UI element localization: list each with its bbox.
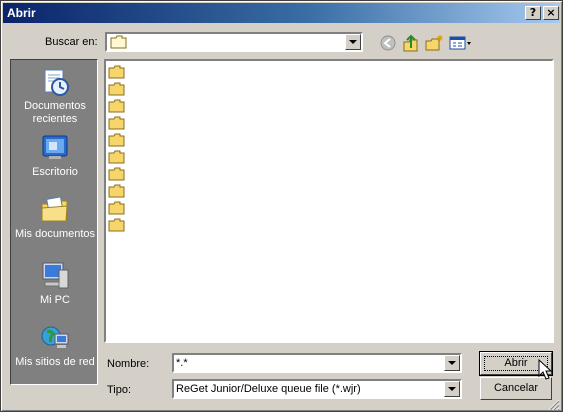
place-label: Mis documentos: [14, 228, 96, 240]
folder-icon[interactable]: [108, 183, 126, 199]
place-label: Mi PC: [40, 294, 70, 306]
filetype-dropdown-button[interactable]: [444, 381, 460, 397]
open-dialog: Abrir ? × Buscar en: Documentos reciente…: [0, 0, 563, 412]
view-menu-icon[interactable]: [449, 34, 473, 52]
help-button[interactable]: ?: [525, 6, 541, 20]
resize-grip-icon[interactable]: [546, 397, 560, 411]
up-folder-icon[interactable]: [401, 34, 421, 52]
folder-icon: [110, 35, 127, 49]
cancel-button-label: Cancelar: [493, 382, 539, 394]
back-icon[interactable]: [379, 34, 399, 52]
filename-dropdown-button[interactable]: [444, 355, 460, 371]
close-button[interactable]: ×: [543, 6, 559, 20]
title-bar[interactable]: Abrir ? ×: [3, 3, 560, 23]
folder-icon[interactable]: [108, 98, 126, 114]
mouse-cursor-icon: [538, 359, 553, 380]
new-folder-icon[interactable]: [424, 34, 444, 52]
filetype-combo[interactable]: ReGet Junior/Deluxe queue file (*.wjr): [172, 379, 462, 399]
filetype-value: ReGet Junior/Deluxe queue file (*.wjr): [176, 383, 361, 395]
window-title: Abrir: [7, 6, 36, 20]
desktop-icon: [42, 135, 68, 159]
filename-input[interactable]: *.*: [172, 353, 462, 373]
lookin-combo[interactable]: [105, 32, 363, 52]
folder-icon[interactable]: [108, 166, 126, 182]
place-label: Escritorio: [32, 166, 78, 178]
folder-icon[interactable]: [108, 149, 126, 165]
place-desktop[interactable]: Escritorio: [11, 132, 99, 179]
network-places-icon: [41, 326, 69, 348]
filename-value: *.*: [176, 357, 188, 369]
filename-label: Nombre:: [107, 358, 150, 370]
folder-icon[interactable]: [108, 200, 126, 216]
my-documents-icon: [41, 196, 68, 222]
place-network[interactable]: Mis sitios de red: [11, 322, 99, 369]
folder-icon[interactable]: [108, 64, 126, 80]
my-computer-icon: [42, 262, 69, 289]
place-my-documents[interactable]: Mis documentos: [11, 194, 99, 241]
place-label: Documentos recientes: [24, 100, 86, 125]
place-recent-documents[interactable]: Documentos recientes: [11, 66, 99, 126]
folder-icon[interactable]: [108, 132, 126, 148]
place-label: Mis sitios de red: [15, 356, 95, 368]
place-my-computer[interactable]: Mi PC: [11, 260, 99, 307]
lookin-dropdown-button[interactable]: [345, 34, 361, 50]
filetype-label: Tipo:: [107, 384, 132, 396]
folder-icon[interactable]: [108, 217, 126, 233]
places-bar: Documentos recientes Escritorio Mis docu…: [10, 59, 98, 385]
folder-icon[interactable]: [108, 81, 126, 97]
folder-icon[interactable]: [108, 115, 126, 131]
recent-documents-icon: [44, 69, 69, 96]
lookin-label: Buscar en:: [45, 36, 98, 48]
file-list[interactable]: [104, 59, 554, 343]
